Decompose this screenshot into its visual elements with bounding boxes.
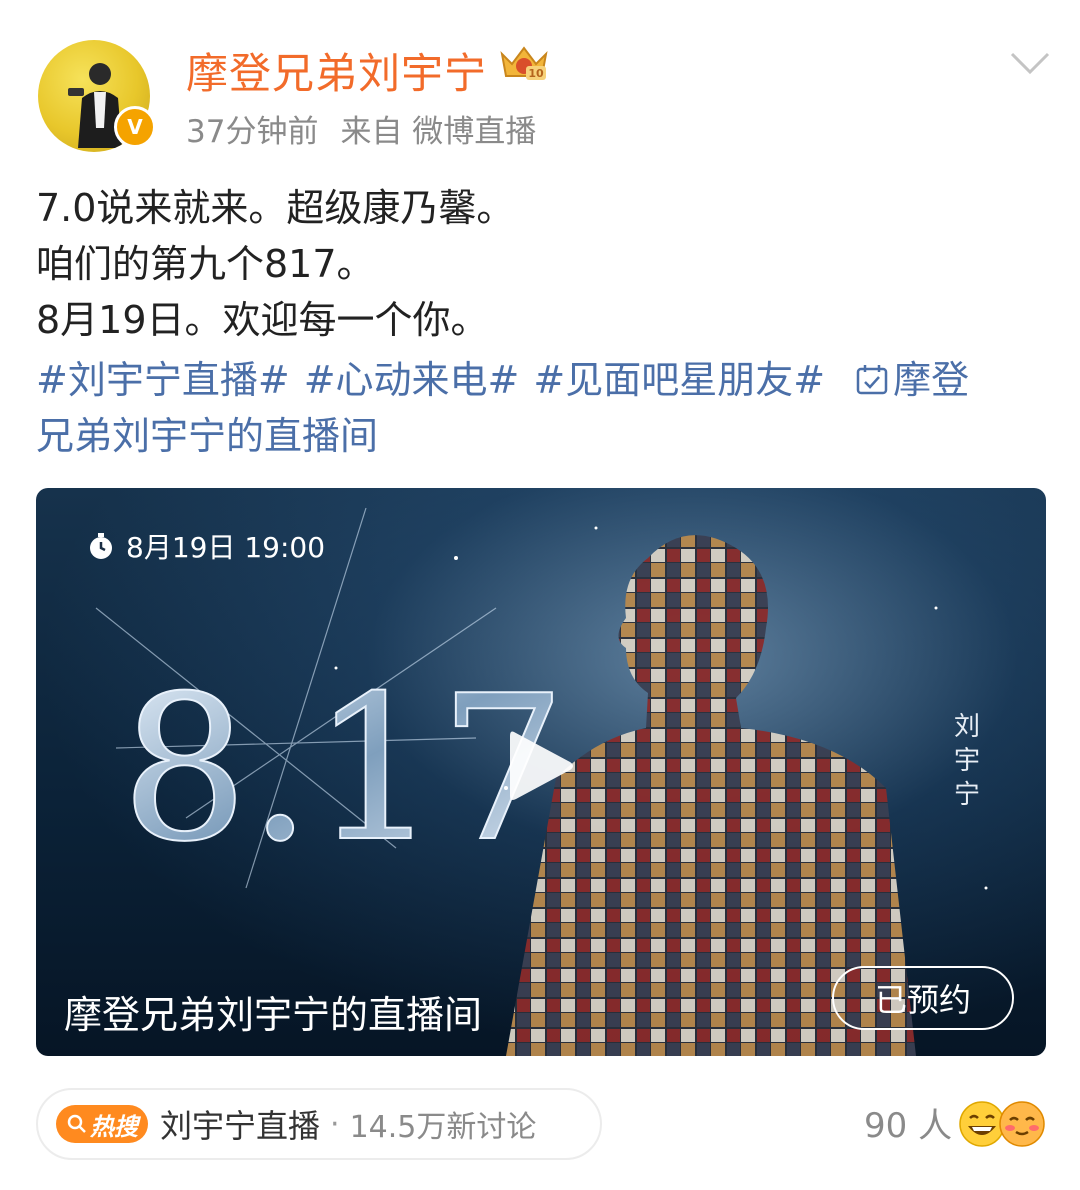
hashtag-link[interactable]: #心动来电#: [304, 358, 520, 402]
live-card[interactable]: 8.17 8月19日 19:00 刘宇宁 摩登兄弟刘宇宁的直播间 已预约: [36, 488, 1046, 1056]
clock-icon: [90, 533, 112, 559]
poster-number: 8.17: [121, 653, 566, 886]
post-meta: 37分钟前 来自 微博直播: [186, 106, 558, 151]
verified-badge-icon: V: [114, 106, 156, 148]
blush-emoji-icon[interactable]: [998, 1100, 1046, 1148]
post-source[interactable]: 来自 微博直播: [340, 114, 536, 150]
separator-dot: ·: [330, 1106, 340, 1142]
play-icon[interactable]: [506, 726, 576, 806]
user-avatar[interactable]: V: [38, 40, 156, 152]
datetime-text: 8月19日 19:00: [126, 531, 326, 564]
live-room-title: 摩登兄弟刘宇宁的直播间: [64, 993, 483, 1037]
username[interactable]: 摩登兄弟刘宇宁: [186, 40, 487, 101]
hot-search-pill[interactable]: 热搜 刘宇宁直播 · 14.5万新讨论: [36, 1088, 602, 1160]
svg-text:10: 10: [528, 67, 544, 80]
live-datetime: 8月19日 19:00: [86, 526, 325, 566]
chevron-down-icon[interactable]: [1008, 50, 1052, 76]
hashtag-list: #刘宇宁直播# #心动来电# #见面吧星朋友# 摩登兄弟刘宇宁的直播间: [36, 352, 1050, 464]
hot-discussion-count: 14.5万新讨论: [349, 1110, 537, 1145]
reserve-button[interactable]: 已预约: [832, 966, 1014, 1030]
hot-search-badge: 热搜: [56, 1105, 148, 1143]
post-time: 37分钟前: [186, 114, 319, 150]
vip-crown-icon[interactable]: 10: [496, 40, 552, 84]
live-room-link-cont[interactable]: 兄弟刘宇宁的直播间: [36, 414, 378, 458]
hot-topic: 刘宇宁直播: [160, 1107, 321, 1145]
hashtag-link[interactable]: #刘宇宁直播#: [36, 358, 290, 402]
text-line: 7.0说来就来。超级康乃馨。: [36, 186, 515, 230]
live-room-link[interactable]: 摩登: [893, 358, 969, 402]
reaction-count[interactable]: 90 人: [864, 1098, 952, 1147]
live-room-icon: [856, 365, 888, 395]
text-line: 咱们的第九个817。: [36, 242, 375, 286]
poster-side-text: 刘宇宁: [953, 712, 980, 810]
post-text: 7.0说来就来。超级康乃馨。 咱们的第九个817。 8月19日。欢迎每一个你。: [36, 180, 1046, 348]
hashtag-link[interactable]: #见面吧星朋友#: [533, 358, 825, 402]
search-icon: [67, 1114, 86, 1133]
text-line: 8月19日。欢迎每一个你。: [36, 298, 489, 342]
hot-badge-label: 热搜: [90, 1112, 138, 1141]
